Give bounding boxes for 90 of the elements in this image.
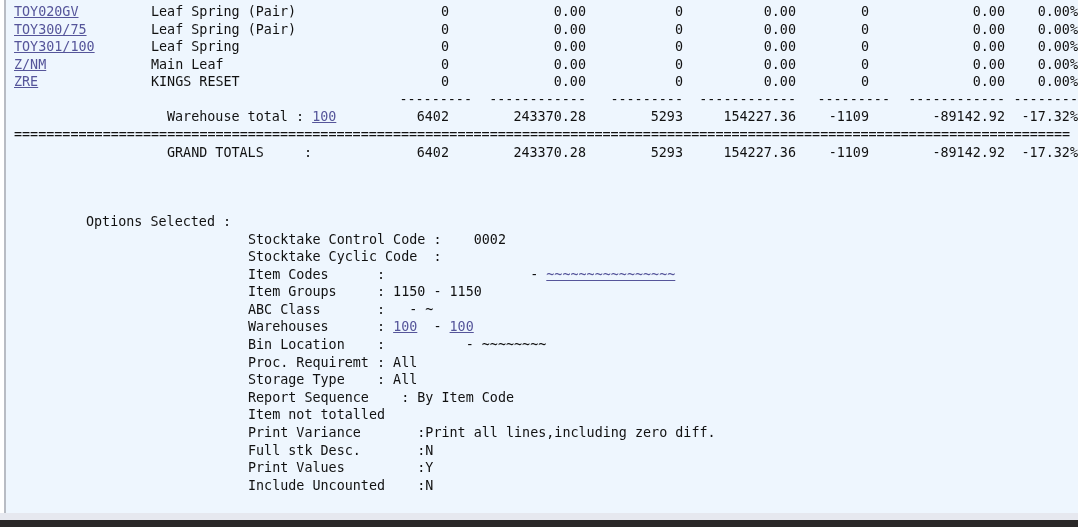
number-cell: 0.00 (763, 73, 796, 91)
dash-separator: ------------ (699, 90, 796, 108)
dash-separator: ------------ (908, 90, 1005, 108)
option-text: Full stk Desc. :N (248, 441, 434, 460)
dash-separator: ------------ (489, 90, 586, 108)
grand-totals-label: GRAND TOTALS : (166, 143, 313, 161)
option-text: Item Groups : 1150 - 1150 (248, 283, 482, 301)
number-cell: 154227.36 (723, 108, 796, 126)
number-cell: 0.00% (1037, 55, 1078, 73)
dash-separator: --------- (610, 90, 683, 108)
number-cell: -89142.92 (932, 108, 1005, 126)
warehouse-link[interactable]: 100 (312, 108, 337, 126)
description-cell: Leaf Spring (Pair) (151, 20, 297, 38)
total-label: Warehouse total : (167, 108, 306, 126)
number-cell: 0.00 (553, 3, 586, 21)
number-cell: 0 (674, 20, 683, 38)
number-cell: -1109 (828, 143, 869, 161)
option-text: Warehouses : (248, 318, 387, 337)
number-cell: 243370.28 (513, 143, 586, 161)
item-code-link[interactable]: TOY020GV (14, 4, 79, 19)
number-cell: 0 (674, 55, 683, 73)
description-cell: KINGS RESET (151, 73, 240, 91)
number-cell: -1109 (828, 108, 869, 126)
number-cell: 0 (440, 73, 449, 91)
description-cell: Leaf Spring (151, 38, 240, 56)
number-cell: 0.00 (763, 3, 796, 21)
number-cell: -17.32% (1021, 108, 1078, 126)
option-text: Print Variance :Print all lines,including zero diff. (248, 424, 716, 442)
item-code-link[interactable]: Z/NM (14, 56, 47, 72)
number-cell: 0.00 (972, 55, 1005, 73)
number-cell: 0 (440, 20, 449, 38)
item-code-link[interactable]: TOY300/75 (14, 21, 87, 37)
number-cell: 0 (674, 3, 683, 21)
item-code-link[interactable]: ZRE (14, 74, 39, 89)
number-cell: 0 (860, 73, 869, 91)
option-link[interactable]: 100 (393, 318, 418, 337)
description-cell: Main Leaf (151, 55, 224, 73)
number-cell: 0 (674, 38, 683, 56)
number-cell: 0 (860, 55, 869, 73)
description-cell: Leaf Spring (Pair) (151, 3, 297, 21)
dash-separator: -------- (1013, 90, 1078, 108)
number-cell: 0 (674, 73, 683, 91)
number-cell: 0.00 (763, 20, 796, 38)
option-text: Item not totalled (248, 406, 386, 425)
option-link[interactable]: 100 (449, 318, 474, 337)
number-cell: 0.00% (1037, 20, 1078, 38)
number-cell: 0.00 (553, 55, 586, 73)
number-cell: 0.00 (972, 3, 1005, 21)
item-code-link[interactable]: TOY301/100 (14, 39, 95, 54)
option-text: Print Values :Y (248, 459, 434, 477)
number-cell: -17.32% (1021, 143, 1078, 161)
number-cell: 5293 (650, 108, 683, 126)
number-cell: 0 (440, 55, 449, 73)
number-cell: 0.00 (553, 73, 586, 91)
number-cell: 243370.28 (513, 108, 586, 126)
number-cell: 0.00 (972, 20, 1005, 38)
option-text: Stocktake Cyclic Code : (248, 248, 442, 266)
number-cell: 0.00 (553, 38, 586, 56)
number-cell: 6402 (416, 143, 449, 161)
double-rule: =================================================================================================================================== (14, 126, 1071, 142)
number-cell: 154227.36 (723, 143, 796, 161)
option-text: - (432, 318, 443, 337)
option-text: Bin Location : - ~~~~~~~~ (248, 336, 547, 354)
dash-separator: --------- (817, 90, 890, 108)
option-text: Storage Type : All (248, 371, 418, 389)
option-text: Include Uncounted :N (248, 476, 434, 495)
number-cell: 0.00 (763, 55, 796, 73)
number-cell: 0.00 (972, 38, 1005, 56)
option-text: Item Codes : - (248, 265, 540, 284)
option-text: ABC Class : - ~ (248, 300, 434, 319)
option-link[interactable]: ~~~~~~~~~~~~~~~~ (546, 265, 676, 284)
number-cell: 0.00 (763, 38, 796, 56)
option-text: Stocktake Control Code : 0002 (248, 230, 506, 249)
number-cell: 0.00% (1037, 73, 1078, 91)
option-text: Report Sequence : By Item Code (248, 388, 515, 407)
number-cell: 0.00 (972, 73, 1005, 91)
number-cell: -89142.92 (932, 143, 1005, 161)
number-cell: 0 (860, 20, 869, 38)
number-cell: 5293 (650, 143, 683, 161)
dash-separator: --------- (399, 90, 472, 108)
number-cell: 0 (440, 38, 449, 56)
number-cell: 0 (860, 38, 869, 56)
number-cell: 0 (860, 3, 869, 21)
number-cell: 0.00 (553, 20, 586, 38)
number-cell: 6402 (416, 108, 449, 126)
number-cell: 0.00% (1037, 38, 1078, 56)
option-text: Proc. Requiremt : All (248, 353, 418, 372)
number-cell: 0 (440, 3, 449, 21)
options-title: Options Selected : (86, 213, 232, 231)
number-cell: 0.00% (1037, 3, 1078, 21)
